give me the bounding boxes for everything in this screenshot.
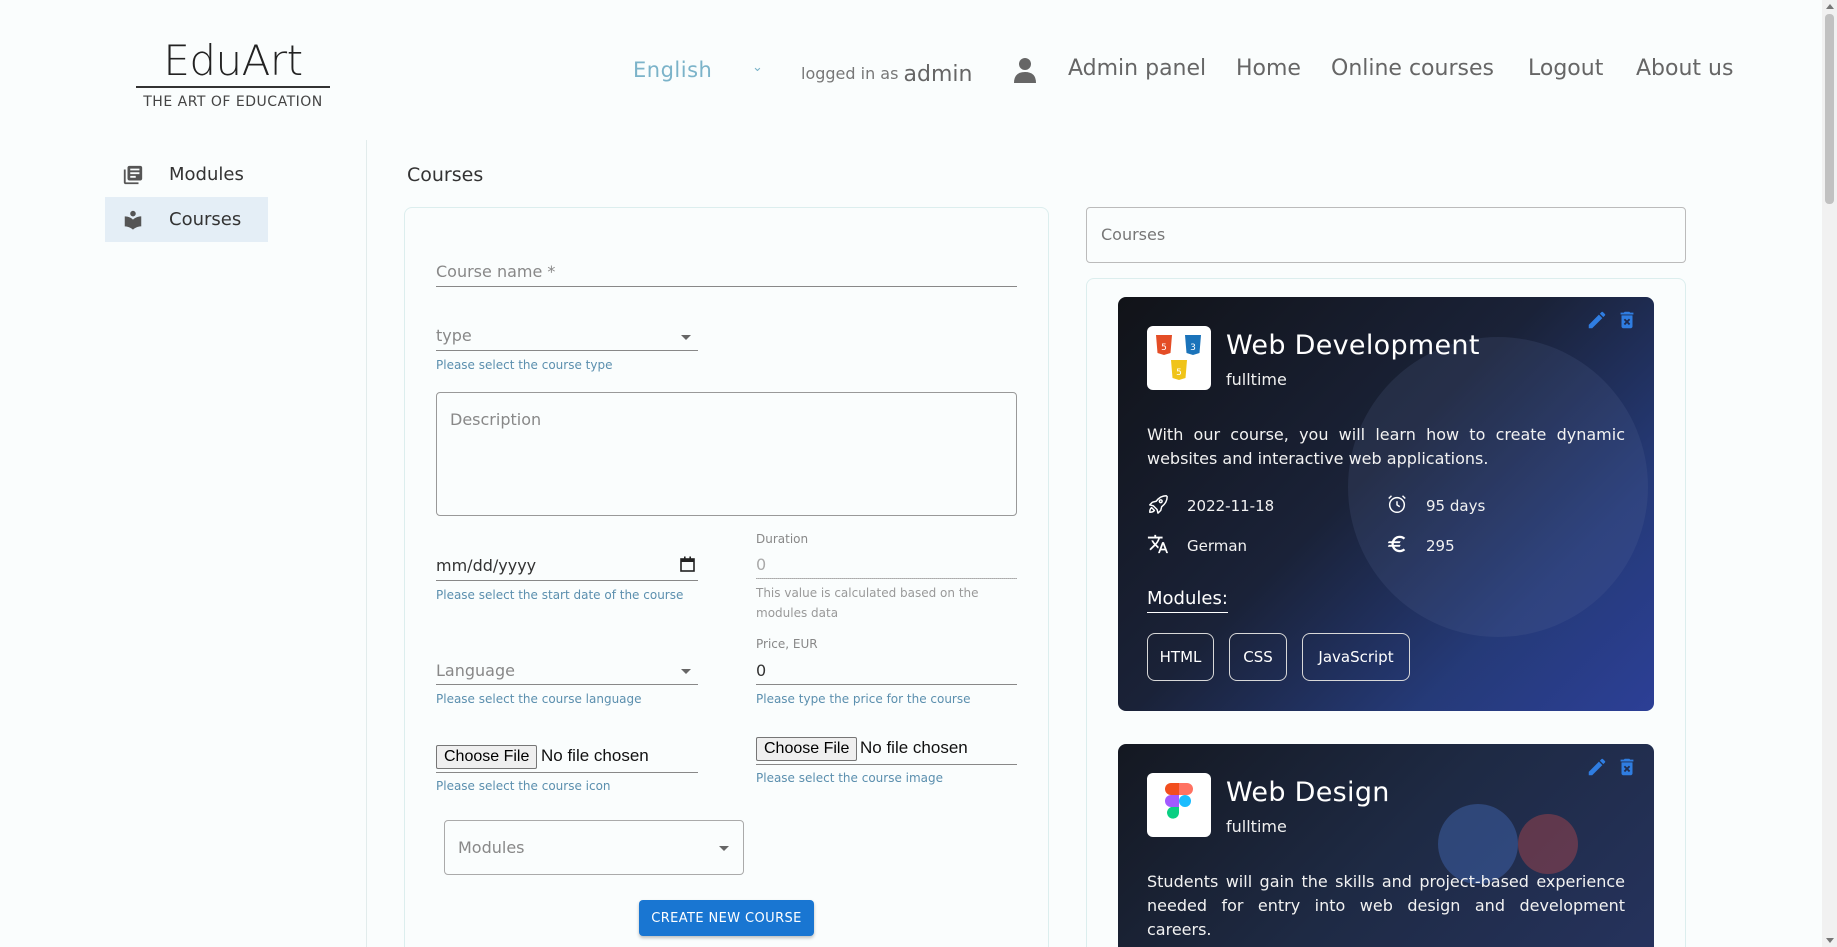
choose-image-file-button[interactable]: Choose File xyxy=(756,737,858,761)
duration-helper-line2: modules data xyxy=(756,606,839,620)
modules-dropdown-icon[interactable] xyxy=(719,846,729,851)
nav-home[interactable]: Home xyxy=(1236,56,1301,81)
card-background-image xyxy=(1348,337,1648,637)
alarm-clock-icon xyxy=(1388,495,1406,513)
username: admin xyxy=(903,62,973,87)
course-type: fulltime xyxy=(1226,370,1287,389)
course-type: fulltime xyxy=(1226,817,1287,836)
page-scrollbar[interactable] xyxy=(1822,0,1837,947)
nav-about-us[interactable]: About us xyxy=(1636,56,1733,81)
delete-icon[interactable] xyxy=(1616,756,1638,778)
svg-text:5: 5 xyxy=(1161,343,1167,353)
type-helper: Please select the course type xyxy=(436,358,613,372)
course-start-date: 2022-11-18 xyxy=(1187,497,1275,515)
svg-text:5: 5 xyxy=(1176,368,1182,378)
sidebar-item-label: Courses xyxy=(169,209,242,230)
page-title: Courses xyxy=(407,164,484,186)
price-helper: Please type the price for the course xyxy=(756,692,971,706)
scrollbar-thumb[interactable] xyxy=(1825,14,1834,204)
card-background-image xyxy=(1518,814,1578,874)
logo-subtitle: THE ART OF EDUCATION xyxy=(143,94,323,110)
icon-file-status: No file chosen xyxy=(541,746,649,765)
edit-icon[interactable] xyxy=(1586,756,1608,778)
library-books-icon xyxy=(123,165,143,184)
start-date-input[interactable]: mm/dd/yyyy xyxy=(436,556,536,575)
type-select-label: type xyxy=(436,326,472,345)
modules-heading: Modules: xyxy=(1147,588,1228,613)
course-language-select[interactable] xyxy=(436,684,698,685)
course-language: German xyxy=(1187,537,1248,555)
sidebar-item-label: Modules xyxy=(169,164,244,185)
description-textarea[interactable]: Description xyxy=(436,392,1017,516)
html-css-js-logo-icon: 5 3 5 xyxy=(1156,335,1201,380)
logged-in-status: logged in as admin xyxy=(801,60,973,87)
type-dropdown-icon[interactable] xyxy=(681,335,691,340)
language-helper: Please select the course language xyxy=(436,692,642,706)
local-library-icon xyxy=(124,210,142,230)
description-placeholder: Description xyxy=(450,410,542,429)
module-chip[interactable]: JavaScript xyxy=(1302,633,1410,681)
price-value[interactable]: 0 xyxy=(756,661,766,680)
duration-label: Duration xyxy=(756,532,809,546)
price-label: Price, EUR xyxy=(756,637,818,651)
module-chip[interactable]: HTML xyxy=(1147,633,1214,681)
course-price: 295 xyxy=(1426,537,1455,555)
logged-in-prefix: logged in as xyxy=(801,64,899,83)
chevron-down-icon[interactable]: ⌄ xyxy=(752,60,763,75)
calendar-icon[interactable] xyxy=(680,556,695,572)
course-name-input[interactable] xyxy=(436,286,1017,287)
course-title: Web Design xyxy=(1226,777,1390,808)
edit-icon[interactable] xyxy=(1586,309,1608,331)
rocket-icon xyxy=(1149,495,1168,514)
duration-helper-line1: This value is calculated based on the xyxy=(756,586,979,600)
sidebar-item-modules[interactable]: Modules xyxy=(105,152,268,197)
modules-select[interactable]: Modules xyxy=(444,820,744,875)
image-file-helper: Please select the course image xyxy=(756,771,944,785)
duration-value: 0 xyxy=(756,555,767,574)
image-file-status: No file chosen xyxy=(860,738,968,757)
sidebar-item-courses[interactable]: Courses xyxy=(105,197,268,242)
start-date-underline xyxy=(436,580,698,581)
duration-input xyxy=(756,578,1017,579)
course-title: Web Development xyxy=(1226,330,1480,361)
modules-select-label: Modules xyxy=(458,838,525,857)
choose-icon-file-button[interactable]: Choose File xyxy=(436,745,538,769)
icon-file-underline xyxy=(436,772,698,773)
scroll-down-arrow-icon[interactable] xyxy=(1826,938,1834,943)
course-icon xyxy=(1147,773,1211,837)
translate-icon xyxy=(1147,534,1169,554)
course-description: Students will gain the skills and projec… xyxy=(1147,872,1625,939)
course-icon: 5 3 5 xyxy=(1147,326,1211,390)
figma-logo-icon xyxy=(1165,783,1193,819)
svg-text:3: 3 xyxy=(1190,343,1196,353)
course-card: 5 3 5 Web Development fulltime With our … xyxy=(1118,297,1654,711)
course-card: Web Design fulltime Students will gain t… xyxy=(1118,744,1654,947)
nav-online-courses[interactable]: Online courses xyxy=(1331,56,1494,81)
course-duration: 95 days xyxy=(1426,497,1486,515)
nav-logout[interactable]: Logout xyxy=(1528,56,1603,81)
nav-admin-panel[interactable]: Admin panel xyxy=(1068,56,1206,81)
price-input[interactable] xyxy=(756,684,1017,685)
create-course-button[interactable]: CREATE NEW COURSE xyxy=(639,900,814,936)
language-select[interactable]: English xyxy=(633,58,712,82)
language-dropdown-icon[interactable] xyxy=(681,669,691,674)
module-chip[interactable]: CSS xyxy=(1229,633,1287,681)
euro-icon xyxy=(1387,535,1406,553)
delete-icon[interactable] xyxy=(1616,309,1638,331)
search-placeholder: Courses xyxy=(1101,225,1166,244)
start-date-helper: Please select the start date of the cour… xyxy=(436,588,684,602)
course-search-input[interactable]: Courses xyxy=(1086,207,1686,263)
image-file-underline xyxy=(756,764,1017,765)
language-select-label: Language xyxy=(436,661,515,680)
course-name-label: Course name * xyxy=(436,262,556,281)
user-icon xyxy=(1014,58,1036,83)
scroll-up-arrow-icon[interactable] xyxy=(1826,4,1834,9)
top-nav: English ⌄ logged in as admin Admin panel… xyxy=(0,54,1837,90)
course-description: With our course, you will learn how to c… xyxy=(1147,425,1625,468)
sidebar xyxy=(0,140,367,947)
icon-file-helper: Please select the course icon xyxy=(436,779,611,793)
type-select[interactable] xyxy=(436,350,698,351)
